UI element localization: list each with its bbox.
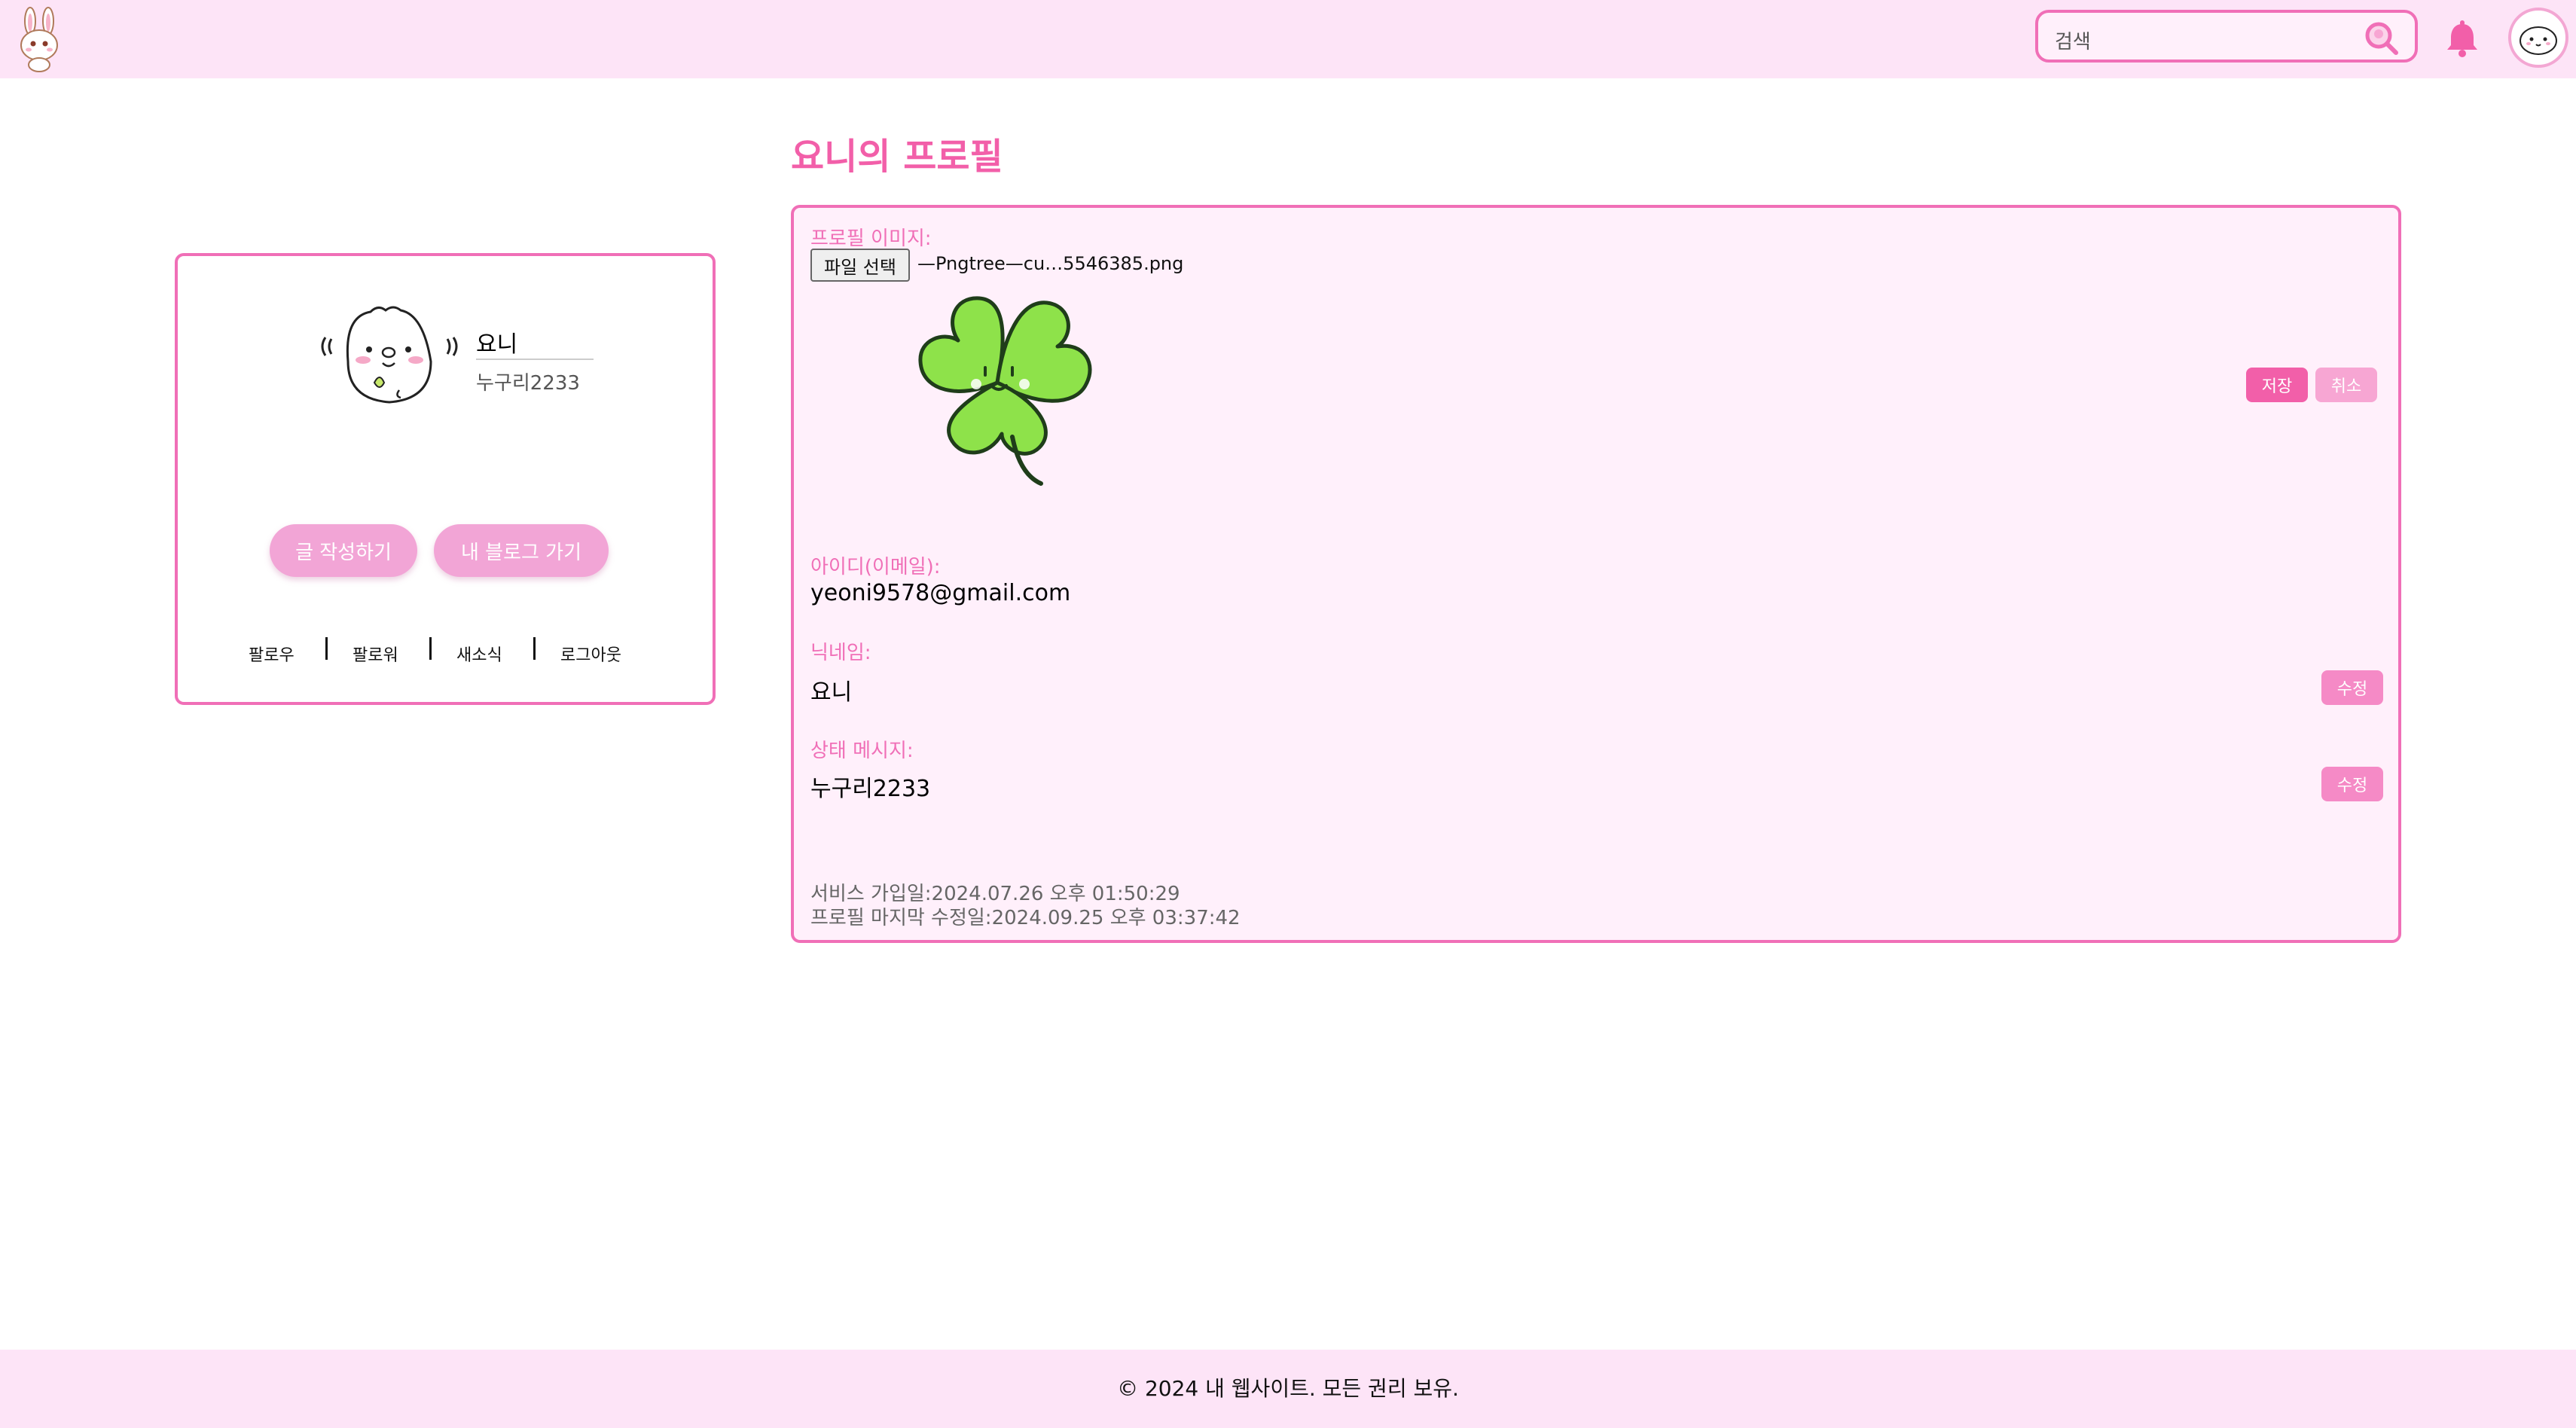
status-label: 상태 메시지:: [810, 740, 914, 762]
nickname-value: 요니: [810, 679, 853, 706]
edit-status-button[interactable]: 수정: [2321, 767, 2383, 801]
cancel-button[interactable]: 취소: [2315, 368, 2377, 402]
avatar: [310, 301, 469, 414]
divider: [325, 637, 328, 660]
profile-edit-card: 프로필 이미지: 파일 선택 —Pngtree—cu…5546385.png 저…: [791, 205, 2401, 943]
search-icon[interactable]: [2362, 19, 2400, 56]
save-button[interactable]: 저장: [2246, 368, 2308, 402]
profile-image-label: 프로필 이미지:: [810, 227, 932, 250]
news-link[interactable]: 새소식: [456, 642, 502, 666]
nickname-label: 닉네임:: [810, 642, 871, 664]
go-to-blog-button[interactable]: 내 블로그 가기: [434, 524, 609, 577]
profile-nickname: 요니: [476, 331, 518, 358]
file-select-button[interactable]: 파일 선택: [810, 249, 910, 282]
following-link[interactable]: 팔로우: [249, 642, 295, 666]
id-value: yeoni9578@gmail.com: [810, 580, 1071, 606]
top-header: 검색: [0, 0, 2576, 78]
search-box[interactable]: 검색: [2035, 10, 2418, 63]
status-value: 누구리2233: [810, 776, 931, 802]
footer: © 2024 내 웹사이트. 모든 권리 보유.: [0, 1350, 2576, 1428]
id-label: 아이디(이메일):: [810, 556, 941, 578]
edit-nickname-button[interactable]: 수정: [2321, 670, 2383, 705]
last-modified-date: 프로필 마지막 수정일:2024.09.25 오후 03:37:42: [810, 907, 1241, 929]
divider: [429, 637, 432, 660]
profile-links: 팔로우 팔로워 새소식 로그아웃: [178, 637, 713, 667]
page-title: 요니의 프로필: [791, 136, 1003, 178]
profile-image-preview: [907, 286, 1103, 490]
footer-copyright: © 2024 내 웹사이트. 모든 권리 보유.: [1117, 1376, 1459, 1401]
followers-link[interactable]: 팔로워: [353, 642, 398, 666]
bunny-logo-icon[interactable]: [15, 6, 63, 72]
profile-status-message: 누구리2233: [476, 372, 580, 395]
selected-file-name: —Pngtree—cu…5546385.png: [917, 253, 1184, 274]
divider: [476, 359, 594, 360]
profile-summary-card: 요니 누구리2233 글 작성하기 내 블로그 가기 팔로우 팔로워 새소식 로…: [175, 253, 716, 705]
user-avatar[interactable]: [2508, 8, 2568, 68]
write-post-button[interactable]: 글 작성하기: [270, 524, 417, 577]
bell-icon[interactable]: [2443, 20, 2481, 59]
logout-link[interactable]: 로그아웃: [560, 642, 621, 666]
search-input[interactable]: 검색: [2055, 26, 2091, 54]
divider: [533, 637, 536, 660]
